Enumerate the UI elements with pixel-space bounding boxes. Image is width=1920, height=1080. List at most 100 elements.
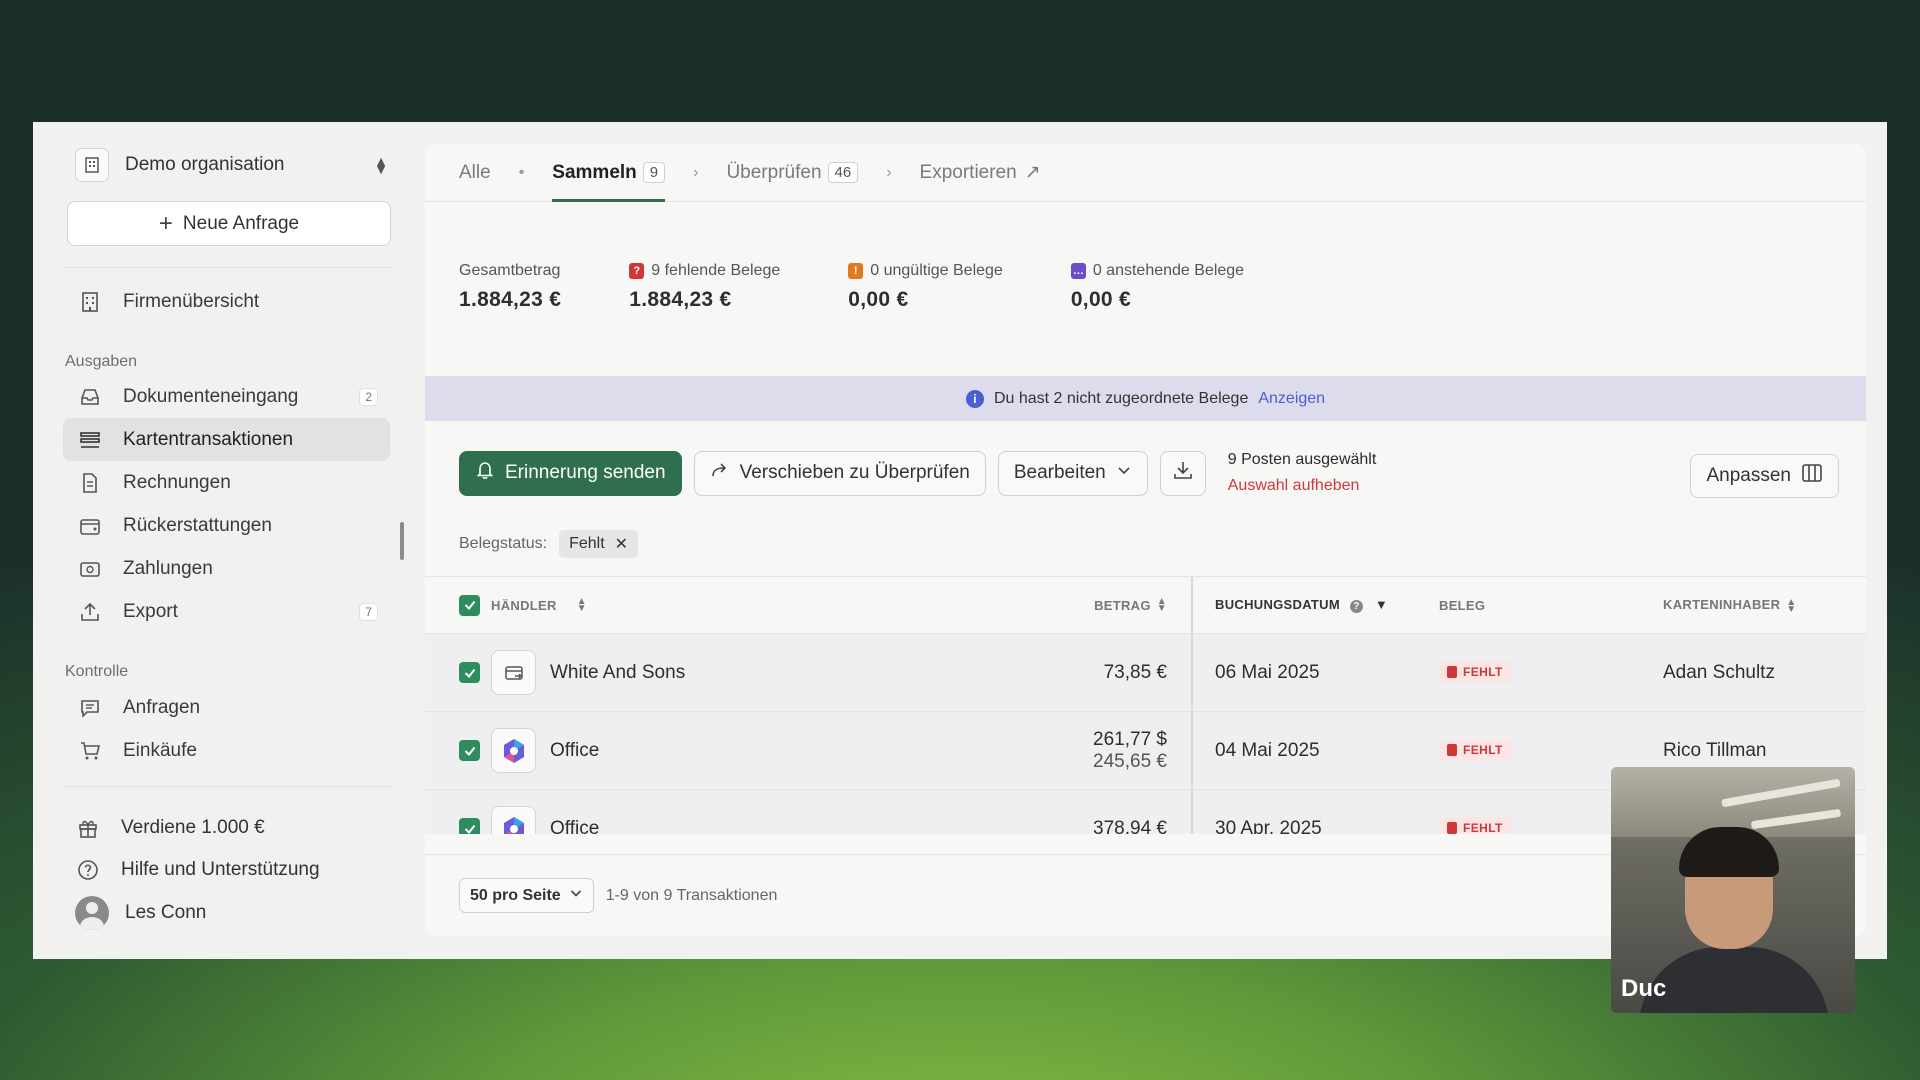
presenter-name: Duc [1621, 975, 1667, 1002]
stat-value: 0,00 € [848, 288, 909, 311]
column-label: KARTENINHABER [1663, 597, 1781, 613]
arrow-up-right-icon: ↗ [1024, 162, 1041, 183]
selected-count: 9 Posten ausgewählt [1227, 451, 1377, 468]
sidebar-item-document-inbox[interactable]: Dokumenteneingang 2 [63, 375, 390, 418]
booking-date: 04 Mai 2025 [1215, 739, 1320, 761]
sidebar-scrollbar[interactable] [400, 522, 404, 560]
column-date[interactable]: BUCHUNGSDATUM ? ▼ [1193, 597, 1417, 613]
missing-receipt-icon [1447, 822, 1457, 834]
count-badge: 7 [359, 602, 378, 621]
help-support-link[interactable]: Hilfe und Unterstützung [75, 850, 395, 890]
chevron-right-icon: › [693, 163, 699, 181]
tab-all[interactable]: Alle [459, 144, 491, 202]
section-expenses: Ausgaben [65, 353, 138, 370]
columns-icon [1801, 462, 1823, 490]
user-profile[interactable]: Les Conn [75, 893, 395, 933]
stat-value: 1.884,23 € [629, 288, 732, 311]
tab-review[interactable]: Überprüfen 46 [726, 144, 859, 202]
banner-show-link[interactable]: Anzeigen [1258, 390, 1325, 408]
booking-date: 30 Apr. 2025 [1215, 817, 1322, 835]
wallet-icon [77, 513, 103, 539]
sidebar-item-export[interactable]: Export 7 [63, 590, 390, 633]
earn-referral-link[interactable]: Verdiene 1.000 € [75, 808, 395, 848]
column-label: BELEG [1439, 597, 1486, 613]
tab-export[interactable]: Exportieren ↗ [920, 144, 1041, 202]
row-checkbox[interactable] [459, 662, 480, 683]
stat-label: 0 ungültige Belege [870, 262, 1003, 279]
tab-label: Überprüfen [726, 161, 822, 183]
merchant-name: Office [550, 739, 600, 761]
sidebar-nav[interactable]: Firmenübersicht Ausgaben Dokumenteneinga… [63, 267, 393, 787]
stat-pending[interactable]: … 0 anstehende Belege 0,00 € [1070, 262, 1244, 312]
sidebar-item-label: Dokumenteneingang [123, 385, 299, 407]
sidebar: Demo organisation ▲ ▼ + Neue Anfrage Firm… [33, 122, 423, 959]
dot-separator: • [518, 163, 525, 181]
sidebar-item-label: Kartentransaktionen [123, 428, 294, 450]
pagination-range: 1-9 von 9 Transaktionen [605, 886, 778, 904]
stat-label: 9 fehlende Belege [651, 262, 781, 279]
close-icon[interactable]: ✕ [615, 534, 628, 554]
transfer-icon [491, 650, 536, 695]
sidebar-item-company-overview[interactable]: Firmenübersicht [63, 280, 390, 323]
sort-icon: ▲ ▼ [1156, 596, 1167, 614]
page-size-label: 50 pro Seite [470, 886, 561, 904]
help-circle-icon [75, 857, 101, 883]
row-checkbox[interactable] [459, 740, 480, 761]
amount: 73,85 € [1103, 661, 1167, 683]
sidebar-item-label: Zahlungen [123, 557, 213, 579]
cardholder-name: Adan Schultz [1663, 661, 1775, 683]
page-size-select[interactable]: 50 pro Seite [459, 878, 594, 913]
sort-desc-icon: ▼ [1374, 597, 1388, 612]
invalid-receipt-icon: ! [848, 263, 864, 279]
upload-icon [77, 599, 103, 625]
office-logo-icon [491, 728, 536, 773]
chevron-down-icon [569, 886, 583, 905]
row-checkbox[interactable] [459, 818, 480, 834]
payment-icon [77, 556, 103, 582]
sidebar-item-purchases[interactable]: Einkäufe [63, 729, 390, 772]
move-to-review-button[interactable]: Verschieben zu Überprüfen [693, 450, 986, 496]
amount: 378,94 € [1093, 817, 1167, 835]
column-merchant[interactable]: HÄNDLER ▲ ▼ [491, 597, 968, 614]
cardholder-name: Rico Tillman [1663, 739, 1767, 761]
receipt-status-badge: FEHLT [1439, 661, 1511, 683]
table-row[interactable]: White And Sons 73,85 € 06 Mai 2025 FEHLT… [425, 634, 1866, 712]
select-all-checkbox[interactable] [459, 594, 480, 616]
button-label: Anpassen [1706, 465, 1791, 486]
new-request-button[interactable]: + Neue Anfrage [67, 201, 391, 246]
sidebar-item-label: Export [123, 600, 178, 622]
stat-invalid[interactable]: ! 0 ungültige Belege 0,00 € [848, 262, 1003, 312]
bulk-actions-bar: Erinnerung senden Verschieben zu Überprü… [459, 447, 1839, 499]
sidebar-item-invoices[interactable]: Rechnungen [63, 461, 390, 504]
building-icon [77, 289, 103, 315]
sidebar-item-payments[interactable]: Zahlungen [63, 547, 390, 590]
column-amount[interactable]: BETRAG ▲ ▼ [968, 577, 1193, 633]
stat-total: Gesamtbetrag 1.884,23 € [459, 262, 561, 312]
column-cardholder[interactable]: KARTENINHABER ▲ ▼ [1641, 597, 1797, 614]
sidebar-item-card-transactions[interactable]: Kartentransaktionen [63, 418, 390, 461]
sidebar-item-requests[interactable]: Anfragen [63, 686, 390, 729]
customize-columns-button[interactable]: Anpassen [1690, 454, 1839, 498]
filter-chip[interactable]: Fehlt ✕ [559, 530, 639, 558]
inbox-icon [77, 384, 103, 410]
building-icon [75, 148, 109, 182]
clear-selection-link[interactable]: Auswahl aufheben [1228, 473, 1377, 499]
selection-info: 9 Posten ausgewählt Auswahl aufheben [1228, 447, 1377, 499]
tab-count-badge: 46 [827, 162, 859, 183]
stat-missing[interactable]: ? 9 fehlende Belege 1.884,23 € [629, 262, 780, 312]
info-banner: i Du hast 2 nicht zugeordnete Belege Anz… [425, 376, 1866, 421]
chevron-up-down-icon: ▲ ▼ [374, 153, 388, 177]
status-label: FEHLT [1463, 743, 1503, 757]
download-button[interactable] [1159, 450, 1206, 496]
tab-label: Alle [459, 161, 491, 183]
tab-collect[interactable]: Sammeln 9 [552, 144, 666, 202]
sidebar-item-refunds[interactable]: Rückerstattungen [63, 504, 390, 547]
edit-dropdown-button[interactable]: Bearbeiten [997, 450, 1148, 496]
user-name: Les Conn [125, 902, 207, 923]
help-icon[interactable]: ? [1349, 600, 1363, 613]
send-reminder-button[interactable]: Erinnerung senden [459, 450, 682, 496]
button-label: Bearbeiten [1013, 462, 1106, 483]
org-switcher[interactable]: Demo organisation ▲ ▼ [75, 144, 388, 186]
amount-original: 261,77 $ [1093, 728, 1167, 750]
share-arrow-icon [710, 460, 730, 486]
